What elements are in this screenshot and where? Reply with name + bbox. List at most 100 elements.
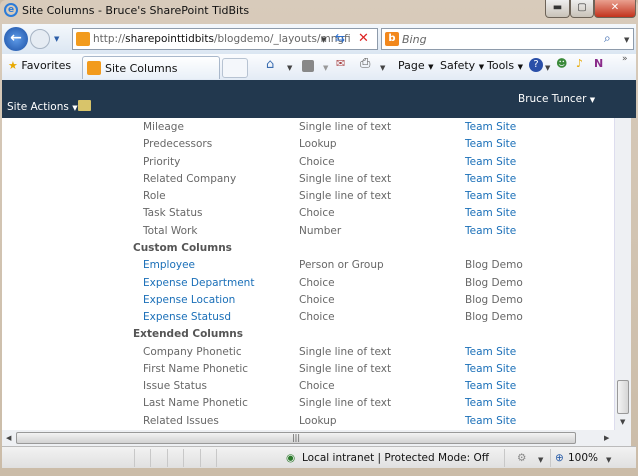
column-name: Mileage [143,121,184,133]
forward-button[interactable] [30,29,50,49]
search-icon[interactable]: ⌕ [604,31,611,46]
tab-site-columns[interactable]: Site Columns [82,56,220,79]
site-actions-label: Site Actions [7,101,69,113]
column-name: Related Issues [143,414,219,427]
column-name[interactable]: Expense Statusd [143,311,231,323]
table-row: First Name Phonetic Single line of text Te… [2,362,614,379]
column-name: Task Status [143,207,203,220]
zoom-dropdown-icon[interactable]: ▼ [606,456,611,464]
maximize-button[interactable]: ▢ [570,0,594,18]
table-row: Task Status Choice Team Site [2,206,614,223]
zoom-level[interactable]: 100% [568,452,598,464]
sharepoint-favicon [87,61,101,75]
history-dropdown-icon[interactable]: ▼ [54,35,59,43]
new-tab-button[interactable] [222,58,248,78]
scroll-right-icon[interactable]: ▶ [604,434,609,442]
research-icon[interactable]: ♪ [576,57,583,70]
column-type: Single line of text [299,172,392,185]
column-name: Predecessors [143,138,213,151]
vertical-scroll-thumb[interactable] [617,380,629,414]
vertical-scrollbar[interactable]: ▼ [614,118,631,430]
column-name: Issue Status [143,380,207,393]
column-source[interactable]: Team Site [465,156,516,168]
page-menu[interactable]: Page ▼ [398,59,434,72]
column-source[interactable]: Team Site [465,397,516,409]
table-row: Total Work Number Team Site [2,224,614,241]
search-box[interactable]: b Bing ⌕ ▼ [381,28,634,50]
stop-icon[interactable]: ✕ [358,31,369,46]
navigation-bar: ← ▼ http://sharepointtidbits/blogdemo/_l… [2,24,636,54]
column-name: Related Company [143,172,237,185]
column-type: Lookup [299,138,337,151]
feeds-icon[interactable] [302,60,314,72]
horizontal-scroll-thumb[interactable]: ||| [16,432,576,444]
column-type: Single line of text [299,345,392,358]
print-icon[interactable]: ⎙ [360,56,370,71]
column-type: Choice [299,311,335,324]
messenger-icon[interactable]: ☻ [556,57,567,70]
favorites-button[interactable]: ★ Favorites [8,59,71,72]
popup-dropdown-icon[interactable]: ▼ [538,456,543,464]
overflow-icon[interactable]: » [622,54,628,64]
column-source[interactable]: Team Site [465,138,516,150]
column-type: Choice [299,380,335,393]
safety-menu[interactable]: Safety ▼ [440,59,484,72]
column-type: Single line of text [299,190,392,203]
site-actions-menu[interactable]: Site Actions ▼ [7,101,78,113]
address-bar[interactable]: http://sharepointtidbits/blogdemo/_layou… [72,28,378,50]
tab-label: Site Columns [105,62,178,75]
column-source: Blog Demo [465,259,523,272]
column-type: Single line of text [299,121,392,133]
column-name[interactable]: Expense Location [143,294,235,306]
home-dropdown-icon[interactable]: ▼ [287,64,292,72]
column-type: Single line of text [299,397,392,410]
user-menu[interactable]: Bruce Tuncer ▼ [518,93,595,105]
back-button[interactable]: ← [4,27,28,51]
column-source[interactable]: Team Site [465,207,516,219]
tools-menu[interactable]: Tools ▼ [487,59,523,72]
column-name[interactable]: Employee [143,259,195,271]
column-source[interactable]: Team Site [465,121,516,133]
column-source[interactable]: Team Site [465,380,516,392]
column-source[interactable]: Team Site [465,415,516,427]
feeds-dropdown-icon[interactable]: ▼ [323,64,328,72]
column-source: Blog Demo [465,293,523,306]
security-zone[interactable]: Local intranet | Protected Mode: Off [302,452,489,464]
column-name[interactable]: Expense Department [143,277,254,289]
column-source[interactable]: Team Site [465,225,516,237]
table-row: Issue Status Choice Team Site [2,379,614,396]
column-source[interactable]: Team Site [465,363,516,375]
column-name: First Name Phonetic [143,362,249,375]
search-placeholder: Bing [402,33,427,46]
column-source[interactable]: Team Site [465,173,516,185]
mail-icon[interactable]: ✉ [336,57,345,70]
column-name: Priority [143,155,181,168]
scroll-left-icon[interactable]: ◀ [6,434,11,442]
table-row: Last Name Phonetic Single line of text Tea… [2,396,614,413]
close-button[interactable]: ✕ [594,0,636,18]
command-bar: ★ Favorites Site Columns ⌂ ▼ ▼ ✉ ⎙ ▼ Pag… [2,54,636,80]
popup-blocker-icon[interactable]: ⚙ [517,452,526,464]
sharepoint-ribbon-header: Site Actions ▼ Bruce Tuncer ▼ [2,80,636,118]
refresh-compat-icon[interactable]: ⇆ [335,31,345,45]
tools-label: Tools [487,59,515,72]
search-dropdown-icon[interactable]: ▼ [624,36,629,44]
url-path: /blogdemo/_layouts/mngfi [213,33,351,45]
group-heading: Custom Columns [2,241,614,258]
safety-label: Safety [440,59,476,72]
table-row: Related Company Single line of text Team S… [2,172,614,189]
navigate-up-icon[interactable] [78,100,91,111]
help-dropdown-icon[interactable]: ▼ [545,64,550,72]
home-icon[interactable]: ⌂ [266,57,274,72]
scroll-down-icon[interactable]: ▼ [620,418,625,426]
help-icon[interactable]: ? [529,58,543,72]
column-name: Company Phonetic [143,345,242,358]
horizontal-scrollbar[interactable]: ◀ ||| ▶ [2,430,631,446]
minimize-button[interactable]: ▬ [545,0,570,18]
address-dropdown-icon[interactable]: ▼ [321,36,326,44]
column-source[interactable]: Team Site [465,346,516,358]
print-dropdown-icon[interactable]: ▼ [380,64,385,72]
group-heading-label: Custom Columns [133,241,232,254]
column-source[interactable]: Team Site [465,190,516,202]
onenote-icon[interactable]: N [594,57,603,70]
